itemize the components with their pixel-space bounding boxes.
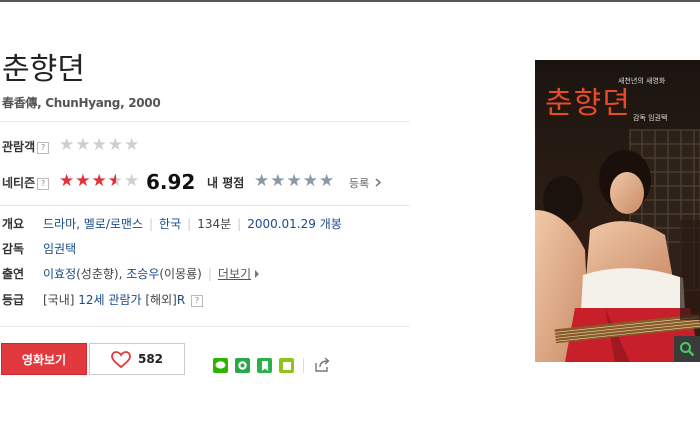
genre-link[interactable]: 드라마, 멜로/로맨스	[43, 217, 143, 231]
runtime: 134분	[197, 217, 232, 231]
cast-label: 출연	[2, 267, 25, 281]
like-count: 582	[137, 352, 164, 366]
bookmark-share-icon[interactable]	[257, 358, 272, 373]
help-icon[interactable]: ?	[190, 294, 203, 307]
divider	[0, 326, 410, 327]
magnifier-icon	[680, 342, 695, 357]
overview-values: 드라마, 멜로/로맨스 | 한국 | 134분 | 2000.01.29 개봉	[43, 217, 342, 231]
netizen-stars: ★★★★ ★	[59, 172, 140, 190]
divider	[0, 205, 410, 206]
memo-share-icon[interactable]	[279, 358, 294, 373]
audience-stars: ★★★★★	[59, 135, 141, 155]
register-rating-link[interactable]: 등록	[349, 175, 381, 191]
my-rating-label: 내 평점	[207, 176, 245, 190]
poster-director-credit: 감독 임권택	[633, 114, 668, 122]
grade-domestic-tag: [국내]	[43, 293, 75, 307]
movie-subtitle: 春香傳, ChunHyang, 2000	[2, 96, 161, 110]
grade-label: 등급	[2, 293, 25, 307]
zoom-button[interactable]	[674, 336, 700, 362]
netizen-score: 6.92	[146, 170, 196, 194]
director-label: 감독	[2, 242, 25, 256]
poster-tagline: 새천년의 새영화	[618, 77, 666, 85]
cast-link[interactable]: 이효정	[43, 267, 76, 281]
movie-poster[interactable]: 춘향뎐 새천년의 새영화 감독 임권택	[535, 60, 700, 362]
grade-age-link[interactable]: 12세 관람가	[78, 293, 141, 307]
cast-values: 이효정(성춘향), 조승우(이몽룡) | 더보기	[43, 265, 260, 282]
cast-role: (성춘향)	[76, 267, 119, 281]
more-cast-link[interactable]: 더보기	[218, 267, 251, 281]
country-link[interactable]: 한국	[159, 217, 181, 231]
caret-right-icon	[255, 270, 260, 278]
divider	[303, 358, 304, 373]
cast-link[interactable]: 조승우	[126, 267, 159, 281]
release-date-link[interactable]: 2000.01.29 개봉	[247, 217, 342, 231]
chevron-right-icon	[375, 178, 381, 187]
like-button[interactable]: 582	[89, 343, 185, 375]
top-border	[0, 0, 700, 2]
watch-movie-button[interactable]: 영화보기	[1, 343, 87, 375]
line-share-icon[interactable]	[213, 358, 228, 373]
grade-overseas-value[interactable]: R	[177, 293, 185, 307]
divider	[0, 121, 410, 122]
share-out-icon[interactable]	[313, 356, 331, 374]
audience-rating-label: 관람객?	[2, 138, 50, 155]
share-icons	[213, 358, 294, 373]
cast-role: (이몽룡)	[159, 267, 202, 281]
register-label: 등록	[349, 177, 370, 190]
movie-title[interactable]: 춘향뎐	[2, 50, 85, 90]
audience-label-text: 관람객	[2, 140, 36, 154]
my-rating-stars[interactable]: ★★★★★	[254, 172, 335, 190]
help-icon[interactable]: ?	[37, 141, 50, 154]
grade-overseas-tag: [해외]	[145, 293, 177, 307]
help-icon[interactable]: ?	[37, 177, 50, 190]
director-link[interactable]: 임권택	[43, 240, 76, 257]
heart-icon	[111, 350, 131, 368]
netizen-rating-label: 네티즌?	[2, 174, 50, 191]
band-share-icon[interactable]	[235, 358, 250, 373]
overview-label: 개요	[2, 217, 25, 231]
grade-values: [국내] 12세 관람가 [해외]R ?	[43, 291, 203, 308]
netizen-label-text: 네티즌	[2, 176, 36, 190]
